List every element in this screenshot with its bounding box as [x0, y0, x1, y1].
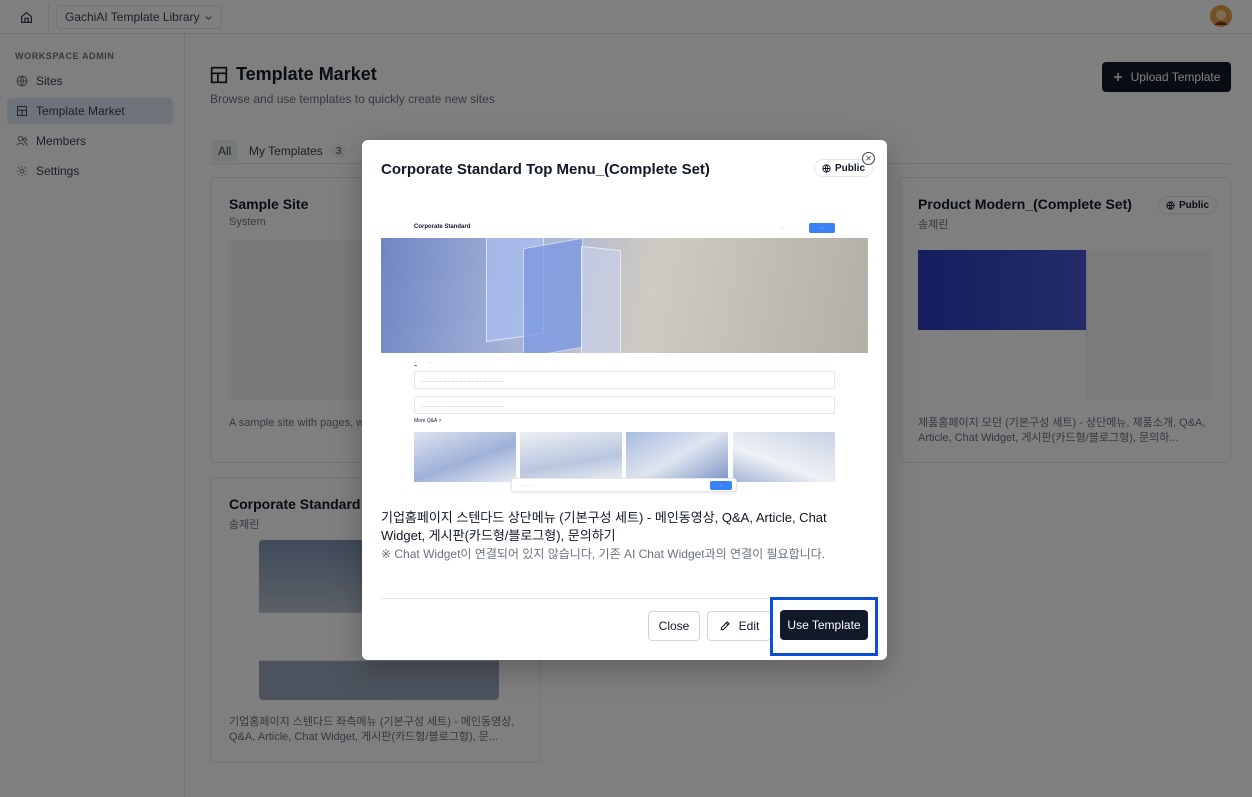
modal-close-button[interactable]: ✕	[862, 152, 875, 165]
public-badge-label: Public	[835, 162, 866, 174]
preview-nav-link: ···	[781, 225, 785, 230]
preview-tab: ··	[414, 360, 417, 366]
pencil-icon	[720, 621, 730, 631]
preview-thumbnail	[626, 432, 728, 482]
preview-glass-shape	[523, 238, 583, 353]
modal-title: Corporate Standard Top Menu_(Complete Se…	[381, 161, 710, 178]
preview-nav: Corporate Standard ··· ···	[381, 216, 868, 238]
preview-thumbnail	[733, 432, 835, 482]
edit-button-label: Edit	[738, 619, 760, 633]
close-button[interactable]: Close	[648, 611, 700, 641]
preview-tab: ···	[428, 360, 433, 365]
preview-thumbnail	[414, 432, 516, 482]
preview-logo: Corporate Standard	[414, 224, 471, 230]
template-preview-image: Corporate Standard ··· ··· ·· ··· ······…	[381, 216, 868, 496]
preview-thumbnail	[520, 432, 622, 482]
preview-nav-button: ···	[809, 223, 835, 233]
preview-qa-item: ········································…	[414, 371, 835, 389]
close-button-label: Close	[658, 619, 690, 633]
preview-more-link: More Q&A >	[414, 418, 442, 424]
use-template-highlight	[770, 597, 878, 656]
modal-note: ※ Chat Widget이 연결되어 있지 않습니다, 기존 AI Chat …	[381, 547, 826, 561]
preview-chat-button: ··	[710, 481, 732, 490]
template-detail-modal: Corporate Standard Top Menu_(Complete Se…	[362, 140, 887, 660]
modal-description: 기업홈페이지 스텐다드 상단메뉴 (기본구성 세트) - 메인동영상, Q&A,…	[381, 510, 827, 543]
close-icon: ✕	[865, 153, 872, 163]
preview-qa-item: ········································…	[414, 396, 835, 414]
preview-hero	[381, 238, 868, 353]
preview-chat-input: ·········· ··	[511, 478, 737, 492]
edit-button[interactable]: Edit	[707, 611, 771, 641]
preview-tabs: ·· ···	[414, 360, 433, 366]
globe-icon	[822, 163, 831, 173]
preview-glass-shape	[581, 245, 621, 353]
